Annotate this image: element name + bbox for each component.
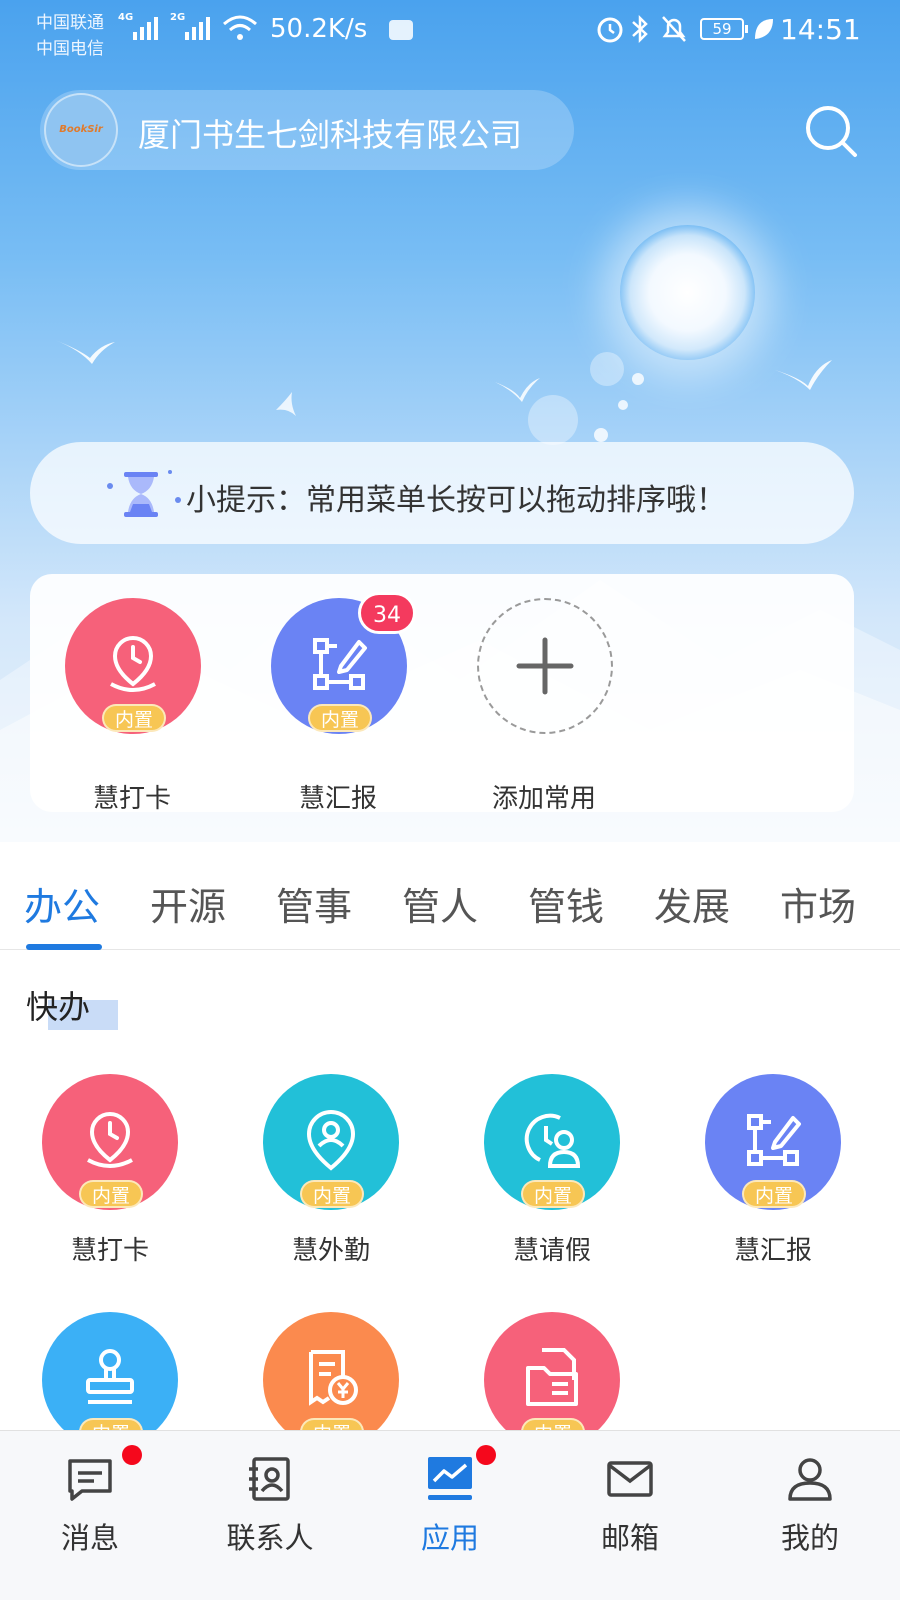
hourglass-icon [107,470,181,517]
bottom-navigation: 消息 联系人 应用 邮箱 我的 [0,1430,900,1600]
clock: 14:51 [780,13,861,46]
plus-icon [516,637,574,695]
signal-icon [133,17,158,40]
app-icon-circle: 内置 [263,1074,399,1210]
favorite-label: 慧汇报 [298,784,377,814]
app-icon-circle: 内置 [263,1312,399,1448]
nav-mail[interactable]: 邮箱 [540,1431,720,1600]
network-type-2: 2G [170,12,186,23]
birds-decoration [55,340,832,416]
tab-open-source[interactable]: 开源 [150,876,226,931]
tab-manage-people[interactable]: 管人 [402,876,478,931]
search-icon[interactable] [800,100,860,160]
stamp-icon [86,1349,134,1404]
mute-icon [662,16,686,42]
company-logo: BookSir [44,93,118,167]
nav-label: 消息 [60,1521,119,1555]
battery-indicator: 59 [700,18,748,40]
company-switcher[interactable]: BookSir 厦门书生七剑科技有限公司 [40,90,574,170]
carrier-2: 中国电信 [36,39,104,59]
network-speed: 50.2K/s [270,14,368,44]
nav-apps[interactable]: 应用 [360,1431,540,1600]
app-item-checkin[interactable]: 内置 慧打卡 [40,1074,180,1274]
app-item-leave[interactable]: 内置 慧请假 [482,1074,622,1274]
app-item-report[interactable]: 内置 慧汇报 [703,1074,843,1274]
location-person-icon [306,1109,356,1171]
app-label: 慧请假 [512,1236,591,1266]
nav-profile[interactable]: 我的 [720,1431,900,1600]
active-tab-indicator [26,944,102,950]
company-name: 厦门书生七剑科技有限公司 [138,116,523,154]
alarm-icon [597,17,623,43]
builtin-tag: 内置 [79,1180,143,1208]
tab-market[interactable]: 市场 [780,876,856,931]
message-icon [68,1459,112,1501]
mail-icon [607,1461,653,1497]
tip-text: 小提示：常用菜单长按可以拖动排序哦！ [186,483,726,518]
app-icon-circle: 内置 [705,1074,841,1210]
app-item-field-work[interactable]: 内置 慧外勤 [261,1074,401,1274]
category-tabs: 办公 开源 管事 管人 管钱 发展 市场 [0,842,900,950]
bluetooth-icon [632,14,648,44]
app-icon-circle: 内置 [42,1312,178,1448]
add-favorite-button[interactable]: 添加常用 [474,598,614,814]
location-clock-icon [87,1111,133,1168]
favorite-item-checkin[interactable]: 内置 慧打卡 [62,598,202,814]
unread-badge: 34 [358,592,416,634]
profile-icon [788,1458,832,1501]
leaf-icon [755,19,773,39]
builtin-tag: 内置 [521,1180,585,1208]
flow-edit-icon [747,1114,801,1166]
tab-manage-money[interactable]: 管钱 [528,876,604,931]
clock-person-icon [524,1113,581,1168]
builtin-tag: 内置 [300,1180,364,1208]
app-icon-circle: 内置 [484,1312,620,1448]
location-clock-icon [110,635,156,692]
favorites-card: 内置 慧打卡 内置 34 慧汇报 添加常用 [30,574,854,814]
tip-banner: 小提示：常用菜单长按可以拖动排序哦！ [30,442,854,544]
app-notification-icon [389,20,413,40]
tab-manage-affairs[interactable]: 管事 [276,876,352,931]
section-title: 快办 [26,988,91,1026]
app-icon-circle: 内置 [42,1074,178,1210]
add-circle [477,598,613,734]
tab-development[interactable]: 发展 [654,876,730,931]
nav-label: 联系人 [226,1521,314,1555]
tab-office[interactable]: 办公 [24,876,100,931]
nav-label: 应用 [420,1521,479,1555]
apps-panel: 办公 开源 管事 管人 管钱 发展 市场 快办 内置 慧打卡 内置 慧外勤 内置… [0,842,900,1448]
receipt-yuan-icon [309,1350,358,1406]
app-label: 慧外勤 [291,1236,370,1266]
favorite-item-report[interactable]: 内置 34 慧汇报 [268,592,416,814]
nav-label: 邮箱 [600,1521,659,1555]
folder-doc-icon [526,1348,578,1406]
notification-dot [122,1445,142,1465]
nav-label: 我的 [780,1521,839,1555]
wifi-icon [223,15,257,40]
nav-messages[interactable]: 消息 [0,1431,180,1600]
contacts-icon [249,1457,290,1501]
notification-dot [476,1445,496,1465]
network-type-1: 4G [118,12,134,23]
signal-icon [185,17,210,40]
favorite-label: 添加常用 [491,784,596,814]
bubble-decoration [594,428,608,442]
apps-chart-icon [428,1457,472,1500]
favorite-label: 慧打卡 [92,784,171,814]
app-label: 慧汇报 [733,1236,812,1266]
app-icon-circle: 内置 [484,1074,620,1210]
builtin-tag: 内置 [102,704,166,732]
carrier-1: 中国联通 [36,13,104,33]
flow-edit-icon [313,638,367,690]
app-icon-circle: 内置 [65,598,201,734]
builtin-tag: 内置 [308,704,372,732]
nav-contacts[interactable]: 联系人 [180,1431,360,1600]
status-bar: 中国联通 中国电信 4G 2G 50.2K/s 59 14:51 [0,0,900,62]
app-label: 慧打卡 [70,1236,149,1266]
builtin-tag: 内置 [742,1180,806,1208]
hero-banner: 中国联通 中国电信 4G 2G 50.2K/s 59 14:51 BookSir… [0,0,900,860]
